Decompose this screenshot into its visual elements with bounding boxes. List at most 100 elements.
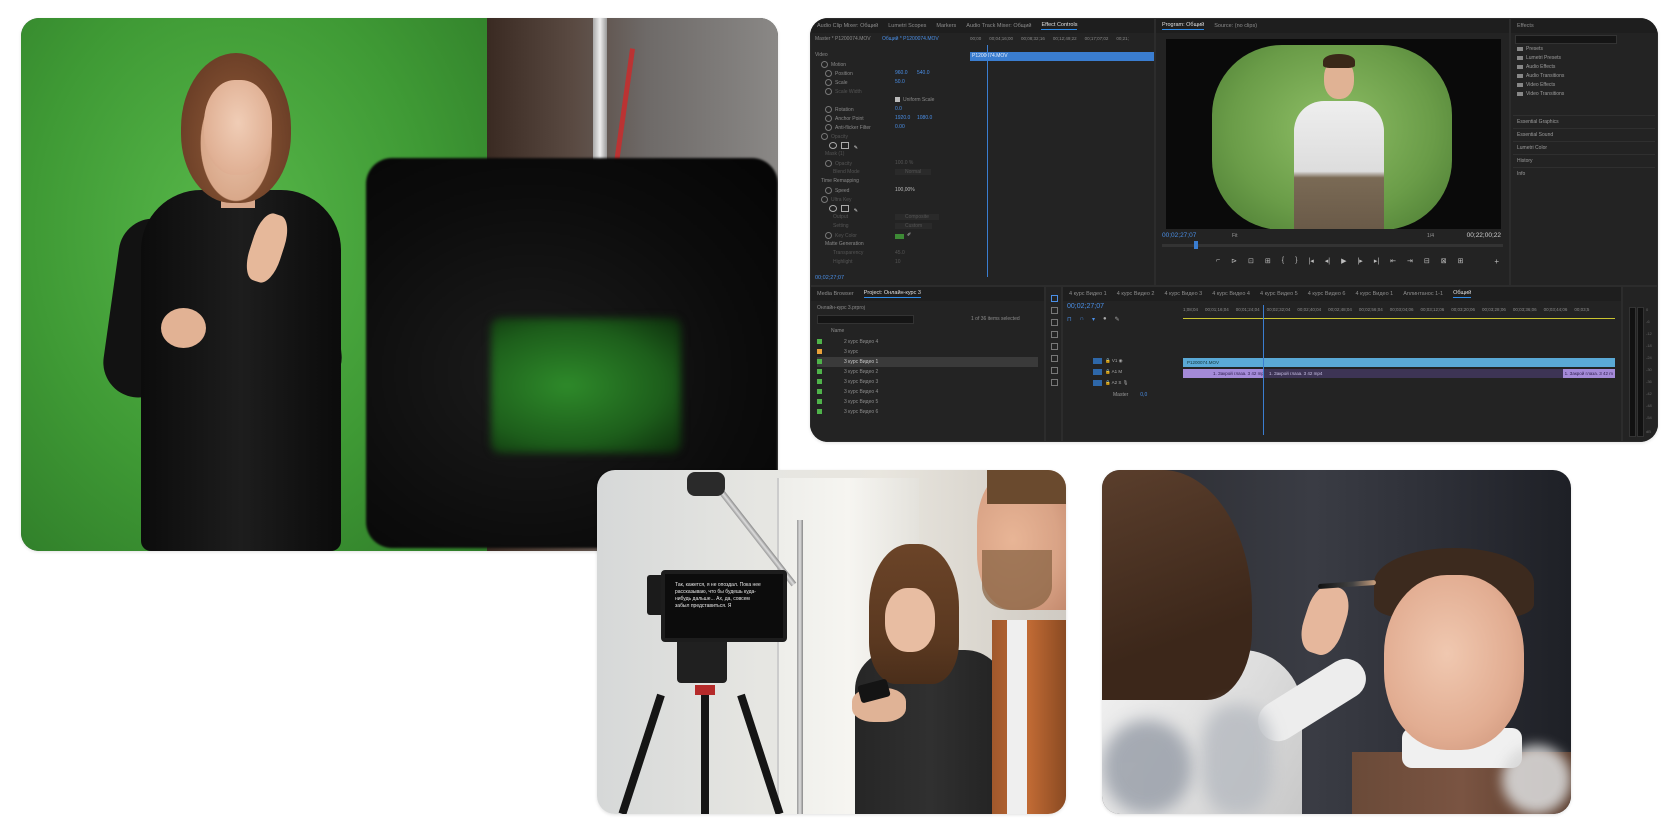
project-item-selected[interactable]: 3 курс Видео 1 bbox=[817, 357, 1038, 367]
effects-folder-presets[interactable]: Presets bbox=[1517, 46, 1543, 52]
ec-scale[interactable]: Scale 50.0 bbox=[825, 79, 905, 88]
in-bracket-icon[interactable]: { bbox=[1282, 257, 1284, 265]
project-item[interactable]: 2 курс Видео 4 bbox=[817, 337, 1038, 347]
label-color-swatch[interactable] bbox=[817, 339, 822, 345]
ec-uniform-scale[interactable]: Uniform Scale bbox=[895, 97, 934, 106]
timeline-playhead[interactable] bbox=[1263, 305, 1264, 435]
ec-blend[interactable]: Blend Mode Normal bbox=[833, 169, 932, 178]
effects-folder-audio-effects[interactable]: Audio Effects bbox=[1517, 64, 1555, 70]
export-frame-icon[interactable]: ⊟ bbox=[1424, 257, 1430, 265]
mic-icon[interactable]: 🎙 bbox=[1123, 380, 1129, 385]
ec-position-y[interactable]: 540.0 bbox=[917, 70, 930, 76]
mark-out-icon[interactable]: ⊡ bbox=[1248, 257, 1254, 265]
lock-icon[interactable]: 🔒 bbox=[1105, 369, 1111, 374]
ec-blend-select[interactable]: Normal bbox=[895, 169, 932, 175]
ec-opacity-value[interactable]: 100.0 % bbox=[895, 160, 913, 166]
program-scrubber-playhead[interactable] bbox=[1194, 241, 1198, 249]
add-button-icon[interactable]: + bbox=[1494, 257, 1499, 266]
effects-folder-video-transitions[interactable]: Video Transitions bbox=[1517, 91, 1564, 97]
hand-tool-icon[interactable] bbox=[1051, 367, 1058, 374]
marker-icon[interactable]: ⌐ bbox=[1216, 257, 1220, 265]
ec-setting-select[interactable]: Custom bbox=[895, 223, 933, 229]
ec-mask[interactable]: Mask (1) bbox=[825, 151, 844, 160]
tab-program[interactable]: Program: Общий bbox=[1162, 22, 1205, 30]
ec-output-select[interactable]: Composite bbox=[895, 214, 939, 220]
project-item[interactable]: 3 курс bbox=[817, 347, 1038, 357]
timeline-master[interactable]: Master 0,0 bbox=[1113, 392, 1147, 398]
label-color-swatch[interactable] bbox=[817, 399, 822, 405]
ellipse-mask-icon[interactable] bbox=[829, 142, 837, 149]
panel-info[interactable]: Info bbox=[1513, 167, 1655, 180]
panel-lumetri-color[interactable]: Lumetri Color bbox=[1513, 141, 1655, 154]
lock-icon[interactable]: 🔒 bbox=[1105, 380, 1111, 385]
ec-anchor-x[interactable]: 1920.0 bbox=[895, 115, 910, 121]
ec-scale-value[interactable]: 50.0 bbox=[895, 79, 905, 85]
ec-motion[interactable]: Motion bbox=[821, 61, 846, 70]
lock-icon[interactable]: 🔒 bbox=[1105, 358, 1111, 363]
ec-position-x[interactable]: 960.0 bbox=[895, 70, 908, 76]
ec-opacity-section[interactable]: Opacity bbox=[821, 133, 848, 142]
linked-selection-icon[interactable]: ∩ bbox=[1080, 316, 1084, 323]
eyedropper-icon[interactable]: ✐ bbox=[907, 232, 911, 238]
ec-rotation[interactable]: Rotation 0.0 bbox=[825, 106, 902, 115]
ec-time-remap[interactable]: Time Remapping bbox=[821, 178, 859, 187]
tab-sequence[interactable]: 4 курс Видео 1 bbox=[1069, 291, 1107, 297]
solo-icon[interactable]: S bbox=[1118, 380, 1121, 385]
tab-sequence[interactable]: 4 курс Видео 2 bbox=[1117, 291, 1155, 297]
ec-timecode[interactable]: 00;02;27;07 bbox=[815, 275, 844, 281]
tab-markers[interactable]: Markers bbox=[936, 23, 956, 29]
effects-folder-lumetri-presets[interactable]: Lumetri Presets bbox=[1517, 55, 1561, 61]
label-color-swatch[interactable] bbox=[817, 379, 822, 385]
ec-output[interactable]: Output Composite bbox=[833, 214, 939, 223]
ec-sequence-label[interactable]: Общий * P1200074.MOV bbox=[882, 36, 939, 42]
ec-antiflicker[interactable]: Anti-flicker Filter 0.00 bbox=[825, 124, 905, 133]
type-tool-icon[interactable] bbox=[1051, 379, 1058, 386]
selection-tool-icon[interactable] bbox=[1051, 295, 1058, 302]
ec-clip-bar[interactable]: P1200074.MOV bbox=[970, 52, 1154, 61]
tab-sequence[interactable]: 4 курс Видео 1 bbox=[1356, 291, 1394, 297]
ec-scale-width[interactable]: Scale Width bbox=[825, 88, 862, 97]
program-resolution-select[interactable]: 1/4 bbox=[1427, 233, 1434, 239]
go-to-in-icon[interactable]: |◂ bbox=[1308, 257, 1313, 265]
key-color-swatch[interactable] bbox=[895, 234, 904, 239]
tab-project[interactable]: Project: Онлайн-курс 3 bbox=[863, 290, 921, 298]
project-item[interactable]: 3 курс Видео 4 bbox=[817, 387, 1038, 397]
project-item[interactable]: 3 курс Видео 6 bbox=[817, 407, 1038, 417]
ripple-edit-tool-icon[interactable] bbox=[1051, 319, 1058, 326]
audio-clip-end[interactable]: 1. Закрой глаза. 3 42 m bbox=[1565, 369, 1613, 378]
camera-icon[interactable]: ⊠ bbox=[1441, 257, 1447, 265]
checkbox-icon[interactable] bbox=[895, 97, 900, 103]
pen-mask-icon[interactable]: ✎ bbox=[854, 145, 858, 151]
ellipse-mask-icon[interactable] bbox=[829, 205, 837, 212]
ec-key-color[interactable]: Key Color ✐ bbox=[825, 232, 911, 241]
timeline-timecode[interactable]: 00;02;27;07 bbox=[1067, 303, 1104, 310]
source-patch-button[interactable] bbox=[1093, 358, 1102, 364]
tab-sequence[interactable]: 4 курс Видео 4 bbox=[1212, 291, 1250, 297]
timeline-ruler[interactable]: 1;08;04 00;01;16;04 00;01;24;04 00;02;32… bbox=[1183, 307, 1615, 316]
tab-effect-controls[interactable]: Effect Controls bbox=[1041, 22, 1078, 30]
pen-mask-icon[interactable]: ✎ bbox=[854, 208, 858, 214]
wrench-icon[interactable]: ✎ bbox=[1115, 316, 1120, 323]
tab-sequence[interactable]: Аплинтанос 1-1 bbox=[1403, 291, 1443, 297]
source-patch-button[interactable] bbox=[1093, 380, 1102, 386]
lift-icon[interactable]: ⇤ bbox=[1390, 257, 1396, 265]
ec-transparency[interactable]: Transparency 45.0 bbox=[833, 250, 905, 259]
project-column-name[interactable]: Name bbox=[831, 326, 1038, 336]
add-marker-icon[interactable]: ▾ bbox=[1092, 316, 1095, 323]
ec-ruler[interactable]: 00;00 00;04;16;00 00;08;32;16 00;12;49;2… bbox=[970, 36, 1150, 41]
ec-opacity[interactable]: Opacity 100.0 % bbox=[825, 160, 913, 169]
ec-speed-value[interactable]: 100,00% bbox=[895, 187, 915, 193]
program-video-frame[interactable] bbox=[1166, 39, 1501, 229]
master-value[interactable]: 0,0 bbox=[1140, 392, 1147, 398]
source-patch-button[interactable] bbox=[1093, 369, 1102, 375]
tab-effects[interactable]: Effects bbox=[1517, 23, 1534, 29]
program-fit-select[interactable]: Fit bbox=[1232, 233, 1238, 239]
label-color-swatch[interactable] bbox=[817, 349, 822, 355]
tab-lumetri-scopes[interactable]: Lumetri Scopes bbox=[888, 23, 926, 29]
go-to-out-icon[interactable]: ▸| bbox=[1374, 257, 1379, 265]
ec-matte-gen[interactable]: Matte Generation bbox=[825, 241, 864, 250]
marker-icon[interactable]: ● bbox=[1103, 316, 1107, 323]
ec-antiflicker-value[interactable]: 0.00 bbox=[895, 124, 905, 130]
eye-icon[interactable]: ◉ bbox=[1119, 358, 1123, 363]
compare-icon[interactable]: ⊞ bbox=[1458, 257, 1464, 265]
